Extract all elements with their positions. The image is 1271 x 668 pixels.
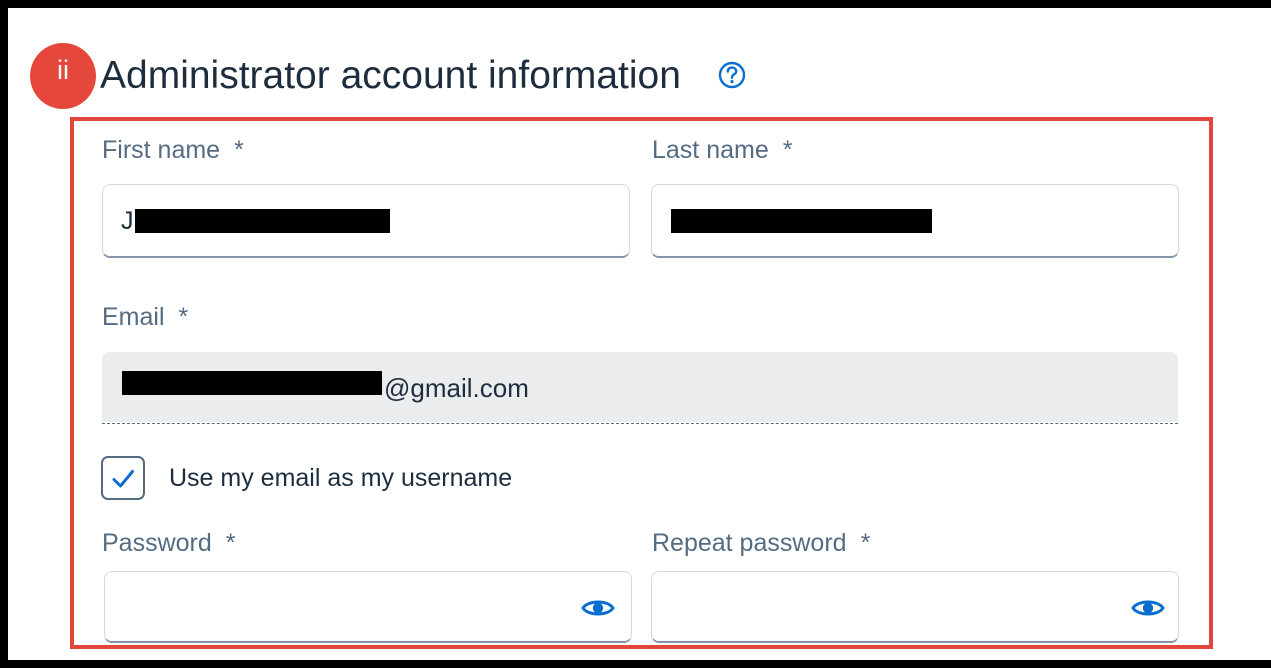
last-name-label-text: Last name (652, 136, 769, 164)
check-icon (112, 470, 134, 488)
email-label: Email * (102, 303, 188, 332)
repeat-password-label-text: Repeat password (652, 529, 847, 557)
use-email-username-label[interactable]: Use my email as my username (169, 464, 512, 493)
last-name-label: Last name * (652, 136, 792, 165)
step-badge: ii (30, 43, 96, 109)
repeat-password-label: Repeat password * (652, 529, 870, 558)
redaction-bar (122, 371, 382, 395)
eye-icon[interactable] (581, 597, 615, 619)
password-label: Password * (102, 529, 236, 558)
required-mark: * (234, 136, 244, 164)
eye-icon[interactable] (1131, 597, 1165, 619)
password-input[interactable] (104, 571, 632, 643)
email-label-text: Email (102, 303, 165, 331)
email-domain: @gmail.com (384, 373, 529, 403)
email-field-underline (102, 423, 1178, 424)
redaction-bar (671, 209, 932, 233)
repeat-password-input[interactable] (651, 571, 1179, 643)
use-email-username-checkbox[interactable] (101, 456, 145, 500)
first-name-value: J (121, 207, 134, 235)
required-mark: * (225, 529, 236, 557)
first-name-label: First name * (102, 136, 244, 165)
admin-account-section: ii Administrator account information Fir… (8, 8, 1271, 660)
question-circle-icon[interactable] (716, 59, 748, 91)
required-mark: * (178, 303, 189, 331)
first-name-label-text: First name (102, 136, 221, 164)
required-mark: * (860, 529, 871, 557)
redaction-bar (135, 209, 390, 233)
section-title: Administrator account information (100, 54, 681, 97)
required-mark: * (782, 136, 793, 164)
password-label-text: Password (102, 529, 212, 557)
